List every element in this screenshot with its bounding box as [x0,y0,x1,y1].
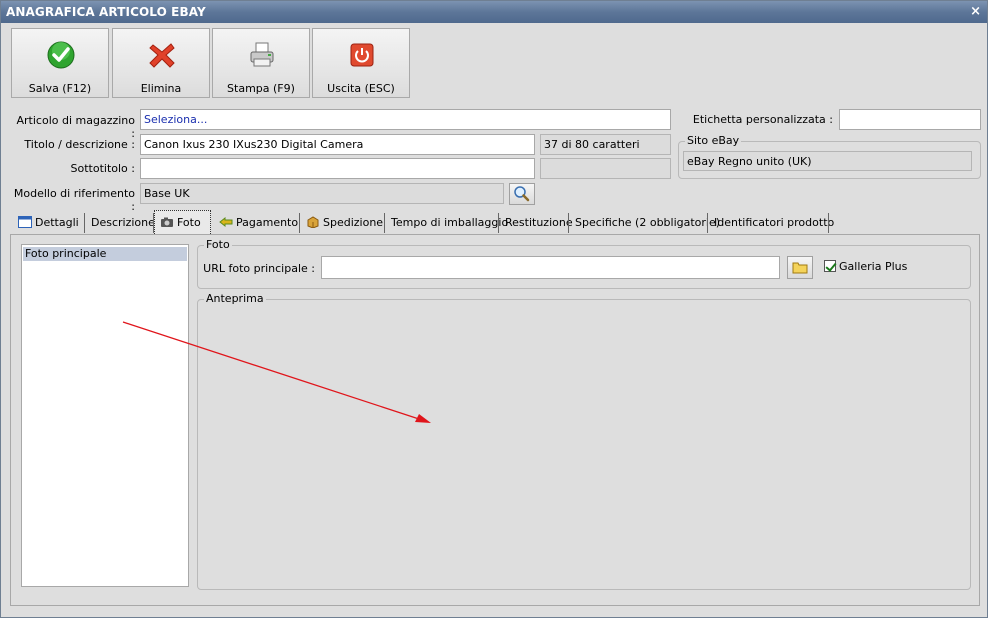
ebay-article-window: ANAGRAFICA ARTICOLO EBAY × Salva (F12) E… [0,0,988,618]
annotation-arrow [122,321,431,423]
